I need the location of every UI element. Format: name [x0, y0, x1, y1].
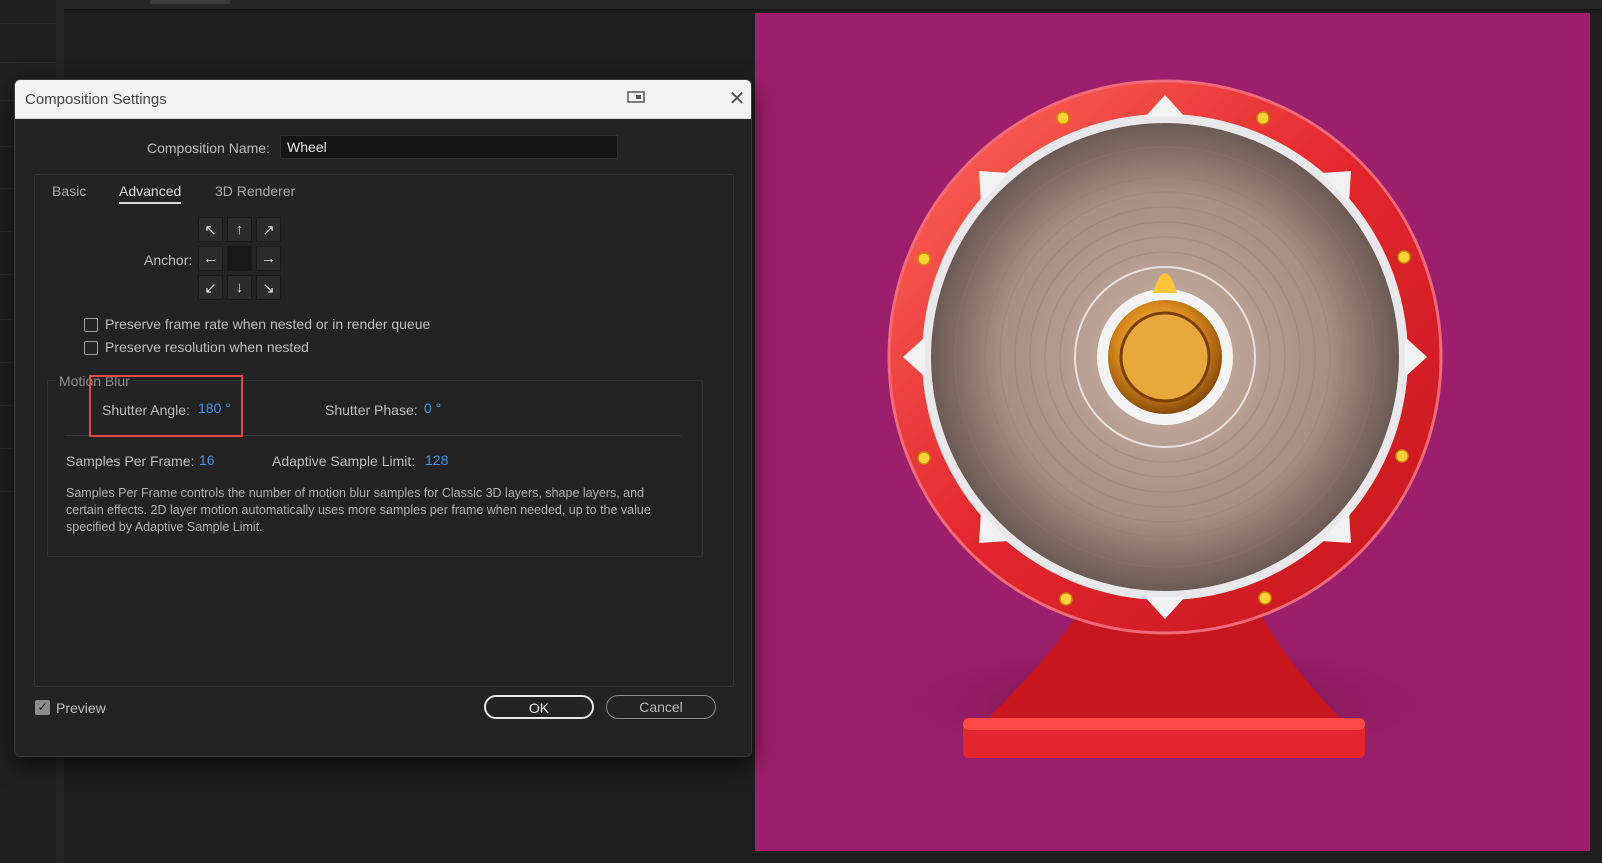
adaptive-sample-limit-label: Adaptive Sample Limit: — [272, 453, 416, 469]
anchor-top-left-button[interactable]: ↖ — [198, 217, 223, 242]
cancel-button[interactable]: Cancel — [606, 695, 716, 719]
motion-blur-description: Samples Per Frame controls the number of… — [66, 486, 651, 534]
anchor-left-button[interactable]: ← — [198, 246, 223, 271]
ok-button[interactable]: OK — [484, 695, 594, 719]
anchor-grid: ↖ ↑ ↗ ← → ↙ ↓ ↘ — [198, 217, 282, 301]
preview-checkbox[interactable]: ✓ — [35, 700, 50, 715]
window-snap-icon[interactable] — [626, 88, 648, 108]
shutter-phase-label: Shutter Phase: — [325, 402, 418, 418]
anchor-right-button[interactable]: → — [256, 246, 281, 271]
anchor-label: Anchor: — [144, 252, 193, 268]
viewer-tab[interactable] — [150, 0, 230, 4]
anchor-center-button[interactable] — [227, 246, 252, 271]
samples-per-frame-label: Samples Per Frame: — [66, 453, 195, 469]
samples-per-frame-value[interactable]: 16 — [199, 452, 215, 468]
adaptive-sample-limit-value[interactable]: 128 — [425, 452, 448, 468]
dialog-titlebar[interactable]: Composition Settings ✕ — [15, 80, 751, 119]
preserve-resolution-label[interactable]: Preserve resolution when nested — [105, 339, 309, 355]
composition-name-label: Composition Name: — [147, 140, 270, 156]
viewer-tab-bar — [64, 0, 1602, 10]
anchor-bottom-right-button[interactable]: ↘ — [256, 275, 281, 300]
shutter-phase-value[interactable]: 0 ° — [424, 400, 441, 416]
anchor-top-right-button[interactable]: ↗ — [256, 217, 281, 242]
close-icon[interactable]: ✕ — [727, 89, 747, 109]
tab-basic[interactable]: Basic — [52, 183, 86, 199]
composition-settings-dialog: Composition Settings ✕ Composition Name:… — [14, 79, 752, 757]
anchor-bottom-left-button[interactable]: ↙ — [198, 275, 223, 300]
wheel-artwork — [805, 79, 1525, 783]
tab-advanced[interactable]: Advanced — [119, 183, 182, 204]
preserve-resolution-checkbox[interactable] — [84, 341, 98, 355]
anchor-top-button[interactable]: ↑ — [227, 217, 252, 242]
preserve-frame-rate-checkbox[interactable] — [84, 318, 98, 332]
composition-viewer[interactable] — [755, 13, 1590, 851]
preview-label[interactable]: Preview — [56, 700, 106, 716]
anchor-bottom-button[interactable]: ↓ — [227, 275, 252, 300]
dialog-title: Composition Settings — [25, 91, 167, 108]
tab-3d-renderer[interactable]: 3D Renderer — [215, 183, 295, 199]
shutter-angle-highlight-box — [89, 375, 243, 437]
composition-name-input[interactable] — [280, 135, 618, 159]
preserve-frame-rate-label[interactable]: Preserve frame rate when nested or in re… — [105, 316, 430, 332]
